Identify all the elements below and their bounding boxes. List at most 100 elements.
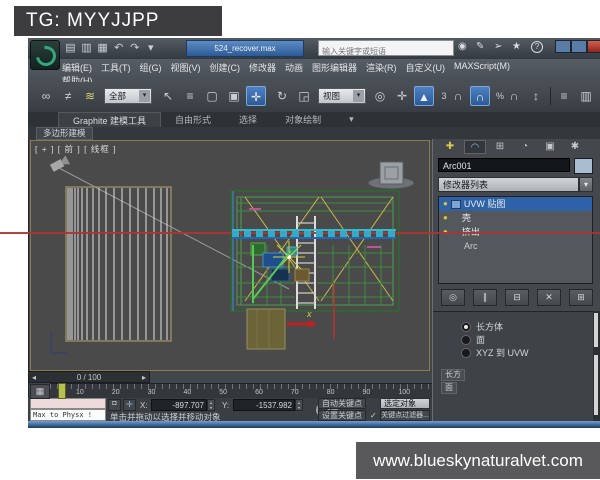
ribbon-minimize-caret-icon[interactable]: ▾ (335, 113, 368, 126)
auto-key-button[interactable]: 自动关键点 (318, 398, 366, 409)
selection-lock-icon[interactable]: ◘ (108, 399, 121, 411)
menu-rendering[interactable]: 渲染(R) (366, 61, 397, 74)
favorites-icon[interactable]: ★ (512, 41, 521, 52)
maxscript-listener-output[interactable]: Max to Physx ! (30, 409, 106, 421)
time-slider-readout[interactable]: ◂ 0 / 100 ▸ (28, 371, 150, 383)
remove-modifier-icon[interactable]: ✕ (537, 289, 561, 306)
menu-create[interactable]: 创建(C) (210, 61, 241, 74)
x-coord-field[interactable]: -897.707 (151, 399, 207, 411)
keyboard-shortcut-override-icon[interactable]: ≡ (554, 86, 574, 106)
x-spinner[interactable]: ▴ ▾ (207, 399, 215, 411)
select-object-icon[interactable]: ↖ (158, 86, 178, 106)
menu-customize[interactable]: 自定义(U) (406, 61, 446, 74)
menu-tools[interactable]: 工具(T) (101, 61, 131, 74)
redo-icon[interactable]: ↷ (128, 41, 141, 54)
app-menu-logo-button[interactable] (30, 40, 60, 70)
tab-modify-icon[interactable]: ◠ (464, 140, 486, 154)
project-menu-caret-icon[interactable]: ▾ (144, 41, 157, 54)
y-spinner[interactable]: ▴ ▾ (295, 399, 303, 411)
menu-views[interactable]: 视图(V) (171, 61, 201, 74)
menu-graph-editors[interactable]: 图形编辑器 (312, 61, 357, 74)
track-bar[interactable]: 1020 3040 5060 7080 90100 (50, 383, 432, 399)
percent-snap-toggle-icon[interactable]: ∩ (504, 86, 524, 106)
save-file-icon[interactable]: ▦ (96, 41, 109, 54)
reference-coordinate-dropdown[interactable]: 视图▾ (318, 88, 366, 104)
tab-freeform[interactable]: 自由形式 (161, 112, 225, 127)
help-icon[interactable]: ? (531, 41, 543, 53)
menu-animation[interactable]: 动画 (285, 61, 303, 74)
set-key-button[interactable]: 设置关键点 (318, 410, 366, 421)
modifier-list-arrow-icon[interactable]: ▾ (579, 177, 593, 192)
object-color-swatch[interactable] (574, 158, 593, 174)
stack-item-shell[interactable]: ● 壳 (439, 211, 592, 225)
open-file-icon[interactable]: ▥ (80, 41, 93, 54)
snaps-toggle-icon[interactable]: ∩ (448, 86, 468, 106)
modifier-list-dropdown[interactable]: 修改器列表 (438, 177, 579, 192)
menu-modifiers[interactable]: 修改器 (249, 61, 276, 74)
rectangular-selection-region-icon[interactable]: ▢ (202, 86, 222, 106)
tab-selection[interactable]: 选择 (225, 112, 271, 127)
search-icon[interactable]: ◉ (458, 41, 467, 52)
radio-face-mapping[interactable]: 面 (461, 333, 485, 346)
pin-stack-icon[interactable]: ◎ (441, 289, 465, 306)
close-button[interactable] (587, 40, 600, 53)
subscription-icon[interactable]: ➢ (494, 41, 502, 52)
selection-filter-dropdown[interactable]: 全部▾ (104, 88, 152, 104)
lightbulb-icon[interactable]: ● (443, 211, 448, 225)
absolute-mode-icon[interactable]: ✛ (123, 399, 136, 411)
spinner-down-icon[interactable]: ▾ (208, 405, 214, 410)
tab-object-paint[interactable]: 对象绘制 (271, 112, 335, 127)
panel-scrollbar[interactable] (593, 311, 600, 421)
gizmo-icon[interactable] (451, 200, 461, 209)
spinner-down-icon[interactable]: ▾ (296, 405, 302, 410)
search-input[interactable] (319, 45, 453, 59)
object-name-field[interactable]: Arc001 (438, 158, 570, 172)
viewport-label[interactable]: [ + ] [ 前 ] [ 线框 ] (35, 143, 117, 155)
select-and-link-icon[interactable]: ∞ (36, 86, 56, 106)
window-crossing-icon[interactable]: ▣ (224, 86, 244, 106)
communication-center-icon[interactable]: ✎ (476, 41, 484, 52)
infocenter-search[interactable] (318, 40, 454, 56)
maximize-button[interactable] (571, 40, 587, 53)
select-and-move-icon[interactable]: ✛ (246, 86, 266, 106)
key-filters-button[interactable]: 关键点过滤器... (380, 410, 430, 421)
selection-set-dropdown[interactable]: 选定对象 (380, 398, 430, 409)
tab-hierarchy-icon[interactable]: ⊞ (489, 140, 511, 154)
lightbulb-icon[interactable]: ● (443, 197, 448, 211)
named-selection-sets-icon[interactable]: ▥ (576, 86, 596, 106)
show-end-result-icon[interactable]: ∥ (473, 289, 497, 306)
angle-snap-toggle-icon[interactable]: ∩ (470, 86, 490, 106)
select-and-manipulate-icon[interactable]: ▲ (414, 86, 434, 106)
spinner-snap-toggle-icon[interactable]: ↕ (526, 86, 546, 106)
tab-create-icon[interactable]: ✚ (439, 140, 461, 154)
radio-xyz-to-uvw[interactable]: XYZ 到 UVW (461, 346, 529, 359)
scrollbar-thumb[interactable] (594, 313, 598, 347)
tab-utilities-icon[interactable]: ✱ (564, 140, 586, 154)
select-and-scale-icon[interactable]: ◲ (294, 86, 314, 106)
radio-box-mapping[interactable]: 长方体 (461, 320, 503, 333)
minimize-button[interactable] (555, 40, 571, 53)
mini-curve-editor-button[interactable]: ▦ (30, 384, 50, 399)
panel-polygon-modeling[interactable]: 多边形建模 (36, 127, 93, 140)
tab-motion-icon[interactable]: ◔ (514, 140, 536, 154)
tab-graphite-modeling[interactable]: Graphite 建模工具 (58, 112, 161, 128)
scrollbar-thumb[interactable] (594, 355, 598, 415)
use-pivot-center-icon[interactable]: ◎ (370, 86, 390, 106)
menu-maxscript[interactable]: MAXScript(M) (454, 61, 510, 74)
maxscript-listener-input[interactable] (30, 398, 106, 409)
viewport-front[interactable]: [ + ] [ 前 ] [ 线框 ] (30, 140, 430, 371)
time-slider-handle[interactable] (58, 383, 66, 399)
unlink-selection-icon[interactable]: ≠ (58, 86, 78, 106)
menu-group[interactable]: 组(G) (140, 61, 162, 74)
next-frame-icon[interactable]: ▸ (142, 372, 146, 383)
make-unique-icon[interactable]: ⊟ (505, 289, 529, 306)
select-by-name-icon[interactable]: ≡ (180, 86, 200, 106)
select-and-manipulate-move-icon[interactable]: ✛ (392, 86, 412, 106)
stack-item-uvw-map[interactable]: ● UVW 贴图 (439, 197, 592, 211)
select-and-rotate-icon[interactable]: ↻ (272, 86, 292, 106)
new-scene-icon[interactable]: ▤ (64, 41, 77, 54)
stack-item-arc[interactable]: Arc (439, 239, 592, 253)
check-icon[interactable]: ✓ (370, 411, 377, 420)
configure-modifier-sets-icon[interactable]: ⊞ (569, 289, 593, 306)
tab-display-icon[interactable]: ▣ (539, 140, 561, 154)
